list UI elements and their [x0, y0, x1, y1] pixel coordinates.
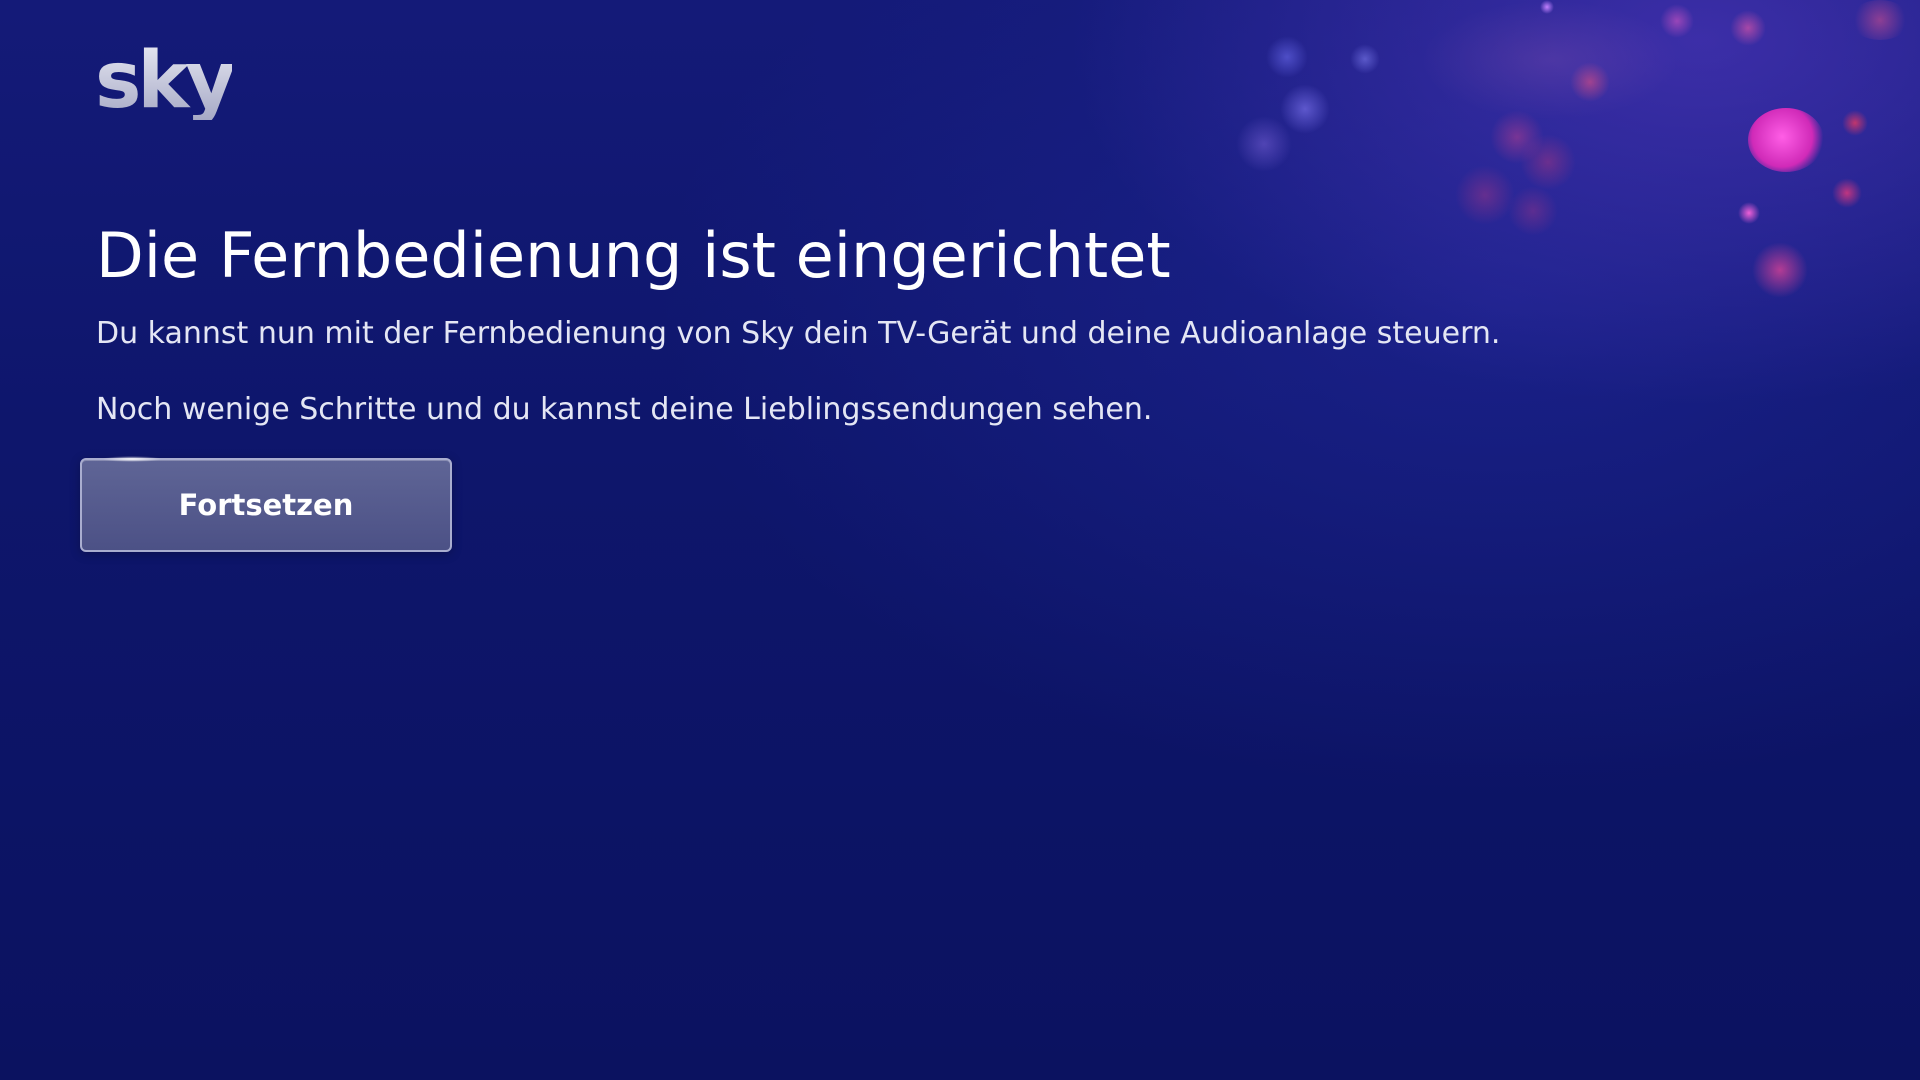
next-steps-text: Noch wenige Schritte und du kannst deine… — [96, 392, 1153, 427]
sky-logo: sky — [95, 36, 236, 126]
setup-complete-screen: sky Die Fernbedienung ist eingerichtet D… — [0, 0, 1920, 1080]
focus-glint — [102, 456, 162, 462]
page-title: Die Fernbedienung ist eingerichtet — [96, 219, 1171, 292]
description-text: Du kannst nun mit der Fernbedienung von … — [96, 316, 1501, 351]
continue-button-label: Fortsetzen — [178, 488, 354, 522]
continue-button[interactable]: Fortsetzen — [80, 456, 452, 552]
